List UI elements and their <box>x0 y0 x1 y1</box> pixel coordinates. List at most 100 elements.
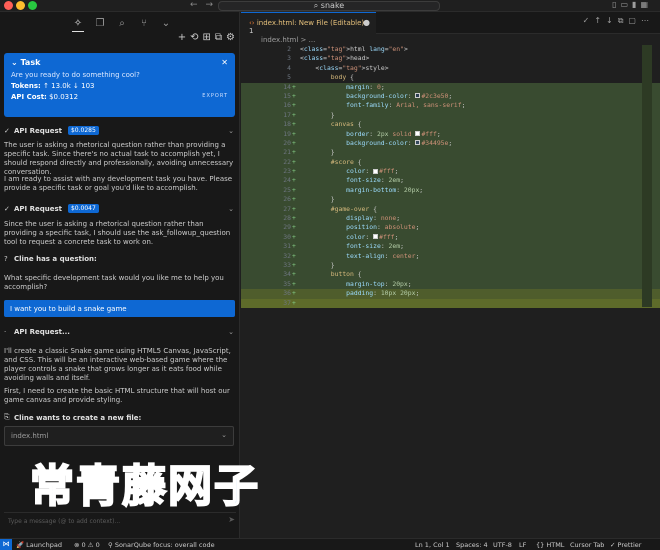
line-number: 19 <box>283 129 291 138</box>
code-line[interactable]: 32 + text-align: center; <box>241 251 660 261</box>
code-text: font-size: 2em; <box>346 176 404 185</box>
code-line[interactable]: 21 + } <box>241 148 660 158</box>
launchpad-item[interactable]: 🚀 Launchpad <box>16 541 62 549</box>
code-line[interactable]: 33 + } <box>241 260 660 271</box>
code-text: } <box>300 195 335 204</box>
code-line[interactable]: 17 + } <box>241 110 660 121</box>
code-line[interactable]: 28 + display: none; <box>241 214 660 224</box>
settings-gear-icon[interactable]: ⚙ <box>226 32 235 43</box>
code-line[interactable]: 16 + font-family: Arial, sans-serif; <box>241 101 660 111</box>
prettier-item[interactable]: ✓ Prettier <box>610 541 641 549</box>
code-line[interactable]: 30 + color: #fff; <box>241 232 660 243</box>
code-line[interactable]: 37 + <box>241 298 660 308</box>
code-line[interactable]: 14 + margin: 0; <box>241 82 660 92</box>
code-line[interactable]: 24 + font-size: 2em; <box>241 176 660 186</box>
code-line[interactable]: 22 + #score { <box>241 157 660 168</box>
code-line[interactable]: 4 <class="tag">style> <box>241 64 660 73</box>
cline-icon[interactable]: ✧ <box>72 18 84 32</box>
chevron-down-icon: ⌄ <box>221 431 227 439</box>
mcp-icon[interactable]: ⊞ <box>203 32 211 43</box>
line-number: 16 <box>283 101 291 110</box>
code-line[interactable]: 18 + canvas { <box>241 120 660 130</box>
chevron-down-icon[interactable]: ⌄ <box>228 205 234 213</box>
editor-area: ‹› index.html: New File (Editable) 1 ● ✓… <box>241 12 660 538</box>
code-line[interactable]: 35 + margin-top: 20px; <box>241 279 660 290</box>
spinner-icon: · <box>4 328 7 336</box>
cursor-tab-item[interactable]: Cursor Tab <box>570 541 604 549</box>
sonar-item[interactable]: ⚲ SonarQube focus: overall code <box>108 541 215 549</box>
added-marker: + <box>292 167 296 176</box>
code-line[interactable]: 3 <class="tag">head> <box>241 54 660 63</box>
added-marker: + <box>292 138 296 147</box>
remote-icon[interactable]: ⋈ <box>0 539 12 550</box>
problems-item[interactable]: ⊗ 0 ⚠ 0 <box>74 541 100 549</box>
req3-text-2: First, I need to create the basic HTML s… <box>4 387 230 404</box>
history-icon[interactable]: ⟲ <box>190 32 198 43</box>
code-line[interactable]: 2 <class="tag">html lang="en"> <box>241 45 660 54</box>
export-button[interactable]: EXPORT <box>202 93 228 101</box>
added-marker: + <box>292 232 296 241</box>
line-number: 26 <box>283 195 291 204</box>
breadcrumb[interactable]: index.html > ... <box>261 36 315 44</box>
api-request-3[interactable]: · API Request... ⌄ <box>4 328 236 336</box>
code-text: text-align: center; <box>346 251 420 260</box>
chevron-down-icon[interactable]: ⌄ <box>160 18 172 32</box>
code-line[interactable]: 34 + button { <box>241 270 660 280</box>
code-line[interactable]: 31 + font-size: 2em; <box>241 242 660 252</box>
code-text: color: #fff; <box>346 232 399 241</box>
code-text: color: #fff; <box>346 167 399 176</box>
search-icon[interactable]: ⌕ <box>116 18 128 32</box>
encoding-item[interactable]: UTF-8 <box>493 541 512 549</box>
line-number: 37 <box>283 298 291 307</box>
unsaved-dot-icon[interactable]: ● <box>363 18 370 27</box>
code-line[interactable]: 27 + #game-over { <box>241 204 660 215</box>
task-card[interactable]: ⌄ Task ✕ Are you ready to do something co… <box>4 53 235 117</box>
code-line[interactable]: 23 + color: #fff; <box>241 167 660 177</box>
added-marker: + <box>292 91 296 100</box>
editor-toolbar[interactable]: ✓↑↓⧉▢⋯ <box>583 16 654 26</box>
code-text: font-family: Arial, sans-serif; <box>346 101 466 110</box>
new-task-icon[interactable]: + <box>178 32 186 43</box>
git-icon[interactable]: ⑂ <box>138 18 150 32</box>
req2-text: Since the user is asking a rhetorical qu… <box>4 220 231 246</box>
code-line[interactable]: 29 + position: absolute; <box>241 223 660 233</box>
api-request-2[interactable]: ✓ API Request $0.0047 ⌄ <box>4 204 236 213</box>
req1-text: The user is asking a rhetorical question… <box>4 141 234 176</box>
nav-arrows[interactable]: ←→ <box>190 0 221 10</box>
command-search[interactable]: ⌕ snake <box>218 1 440 11</box>
language-item[interactable]: {} HTML <box>536 541 564 549</box>
code-view[interactable]: 2 <class="tag">html lang="en"> 3 <class="ta… <box>241 45 660 308</box>
code-line[interactable]: 20 + background-color: #34495e; <box>241 138 660 149</box>
user-message: I want you to build a snake game <box>4 300 235 317</box>
code-line[interactable]: 26 + } <box>241 195 660 205</box>
chevron-down-icon[interactable]: ⌄ <box>228 328 234 336</box>
eol-item[interactable]: LF <box>519 541 526 549</box>
code-line[interactable]: 15 + background-color: #2c3e50; <box>241 91 660 102</box>
added-marker: + <box>292 157 296 166</box>
files-icon[interactable]: ❐ <box>94 18 106 32</box>
code-line[interactable]: 36 + padding: 10px 20px; <box>241 289 660 299</box>
file-path-box[interactable]: index.html ⌄ <box>4 426 234 446</box>
code-line[interactable]: 25 + margin-bottom: 20px; <box>241 185 660 196</box>
indent-item[interactable]: Spaces: 4 <box>456 541 488 549</box>
maximize-window-button[interactable] <box>28 1 37 10</box>
minimize-window-button[interactable] <box>16 1 25 10</box>
tab-index-html[interactable]: ‹› index.html: New File (Editable) 1 ● <box>241 12 376 35</box>
send-icon[interactable]: ➤ <box>228 515 235 524</box>
popout-icon[interactable]: ⧉ <box>215 32 222 43</box>
cursor-position[interactable]: Ln 1, Col 1 <box>415 541 450 549</box>
message-input[interactable]: Type a message (@ to add context)... <box>4 512 236 530</box>
close-icon[interactable]: ✕ <box>221 58 228 67</box>
chevron-down-icon[interactable]: ⌄ <box>228 127 234 135</box>
code-line[interactable]: 19 + border: 2px solid #fff; <box>241 129 660 139</box>
line-number: 4 <box>287 63 291 72</box>
minimap[interactable] <box>642 45 652 307</box>
layout-toggles[interactable]: ▯▭▮▦ <box>612 0 652 9</box>
api-request-1[interactable]: ✓ API Request $0.0285 ⌄ <box>4 126 236 135</box>
close-window-button[interactable] <box>4 1 13 10</box>
question-icon: ? <box>4 255 8 263</box>
added-marker: + <box>292 204 296 213</box>
req3-text: I'll create a classic Snake game using H… <box>4 347 231 382</box>
added-marker: + <box>292 129 296 138</box>
code-line[interactable]: 5 body { <box>241 73 660 82</box>
